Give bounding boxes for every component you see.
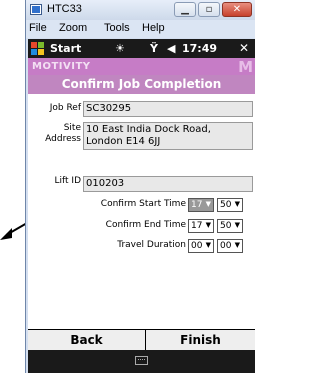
end-hour-select[interactable]: 17 ▼ [188, 219, 214, 233]
windows-flag-icon[interactable] [31, 42, 44, 55]
volume-icon[interactable]: ◀ [167, 42, 175, 55]
close-icon[interactable]: ✕ [239, 41, 249, 55]
window-title: HTC33 [47, 3, 82, 15]
lift-id-label: Lift ID [54, 176, 82, 186]
brand-logo: MOTIVITY [32, 61, 91, 72]
brand-logo-mark: M [238, 58, 253, 76]
travel-minute-select[interactable]: 00 ▼ [217, 239, 243, 253]
job-ref-label: Job Ref [49, 103, 81, 113]
annotation-arrow-left-head [0, 228, 12, 240]
clock[interactable]: 17:49 [182, 42, 217, 55]
start-time-label: Confirm Start Time [100, 199, 186, 209]
end-time-label: Confirm End Time [105, 220, 186, 230]
start-label[interactable]: Start [50, 42, 81, 55]
lift-id-field: 010203 [83, 176, 253, 192]
menu-bar: File Zoom Tools Help [26, 20, 255, 38]
site-address-field: 10 East India Dock Road, London E14 6JJ [83, 122, 253, 150]
brand-bar: MOTIVITY M [28, 58, 255, 76]
minimize-button[interactable]: ▁ [174, 2, 196, 17]
close-button[interactable]: ✕ [222, 2, 252, 17]
address-label: Address [45, 134, 81, 144]
keyboard-icon[interactable] [135, 356, 148, 365]
end-minute-select[interactable]: 50 ▼ [217, 219, 243, 233]
finish-button[interactable]: Finish [146, 330, 255, 350]
travel-hour-select[interactable]: 00 ▼ [188, 239, 214, 253]
menu-help[interactable]: Help [142, 22, 165, 34]
connectivity-icon[interactable]: ☀ [115, 42, 125, 55]
job-ref-field: SC30295 [83, 101, 253, 117]
travel-duration-label: Travel Duration [117, 240, 186, 250]
status-bar: Start ☀ Ÿ ◀ 17:49 ✕ [28, 39, 255, 58]
menu-file[interactable]: File [29, 22, 47, 34]
page-title: Confirm Job Completion [28, 75, 255, 94]
device-screen: Start ☀ Ÿ ◀ 17:49 ✕ MOTIVITY M Confirm J… [28, 39, 255, 373]
app-icon [30, 4, 42, 15]
input-bar [28, 350, 255, 373]
start-hour-select[interactable]: 17 ▼ [188, 198, 214, 212]
site-label: Site [63, 123, 81, 133]
signal-icon[interactable]: Ÿ [150, 42, 158, 55]
menu-tools[interactable]: Tools [104, 22, 130, 34]
emulator-window: HTC33 ▁ ▫ ✕ File Zoom Tools Help Start ☀… [25, 0, 255, 373]
back-button[interactable]: Back [28, 330, 145, 350]
start-minute-select[interactable]: 50 ▼ [217, 198, 243, 212]
menu-zoom[interactable]: Zoom [59, 22, 87, 34]
maximize-button[interactable]: ▫ [198, 2, 220, 17]
softkey-bar: Back Finish [28, 329, 255, 351]
title-bar[interactable]: HTC33 ▁ ▫ ✕ [26, 0, 255, 20]
